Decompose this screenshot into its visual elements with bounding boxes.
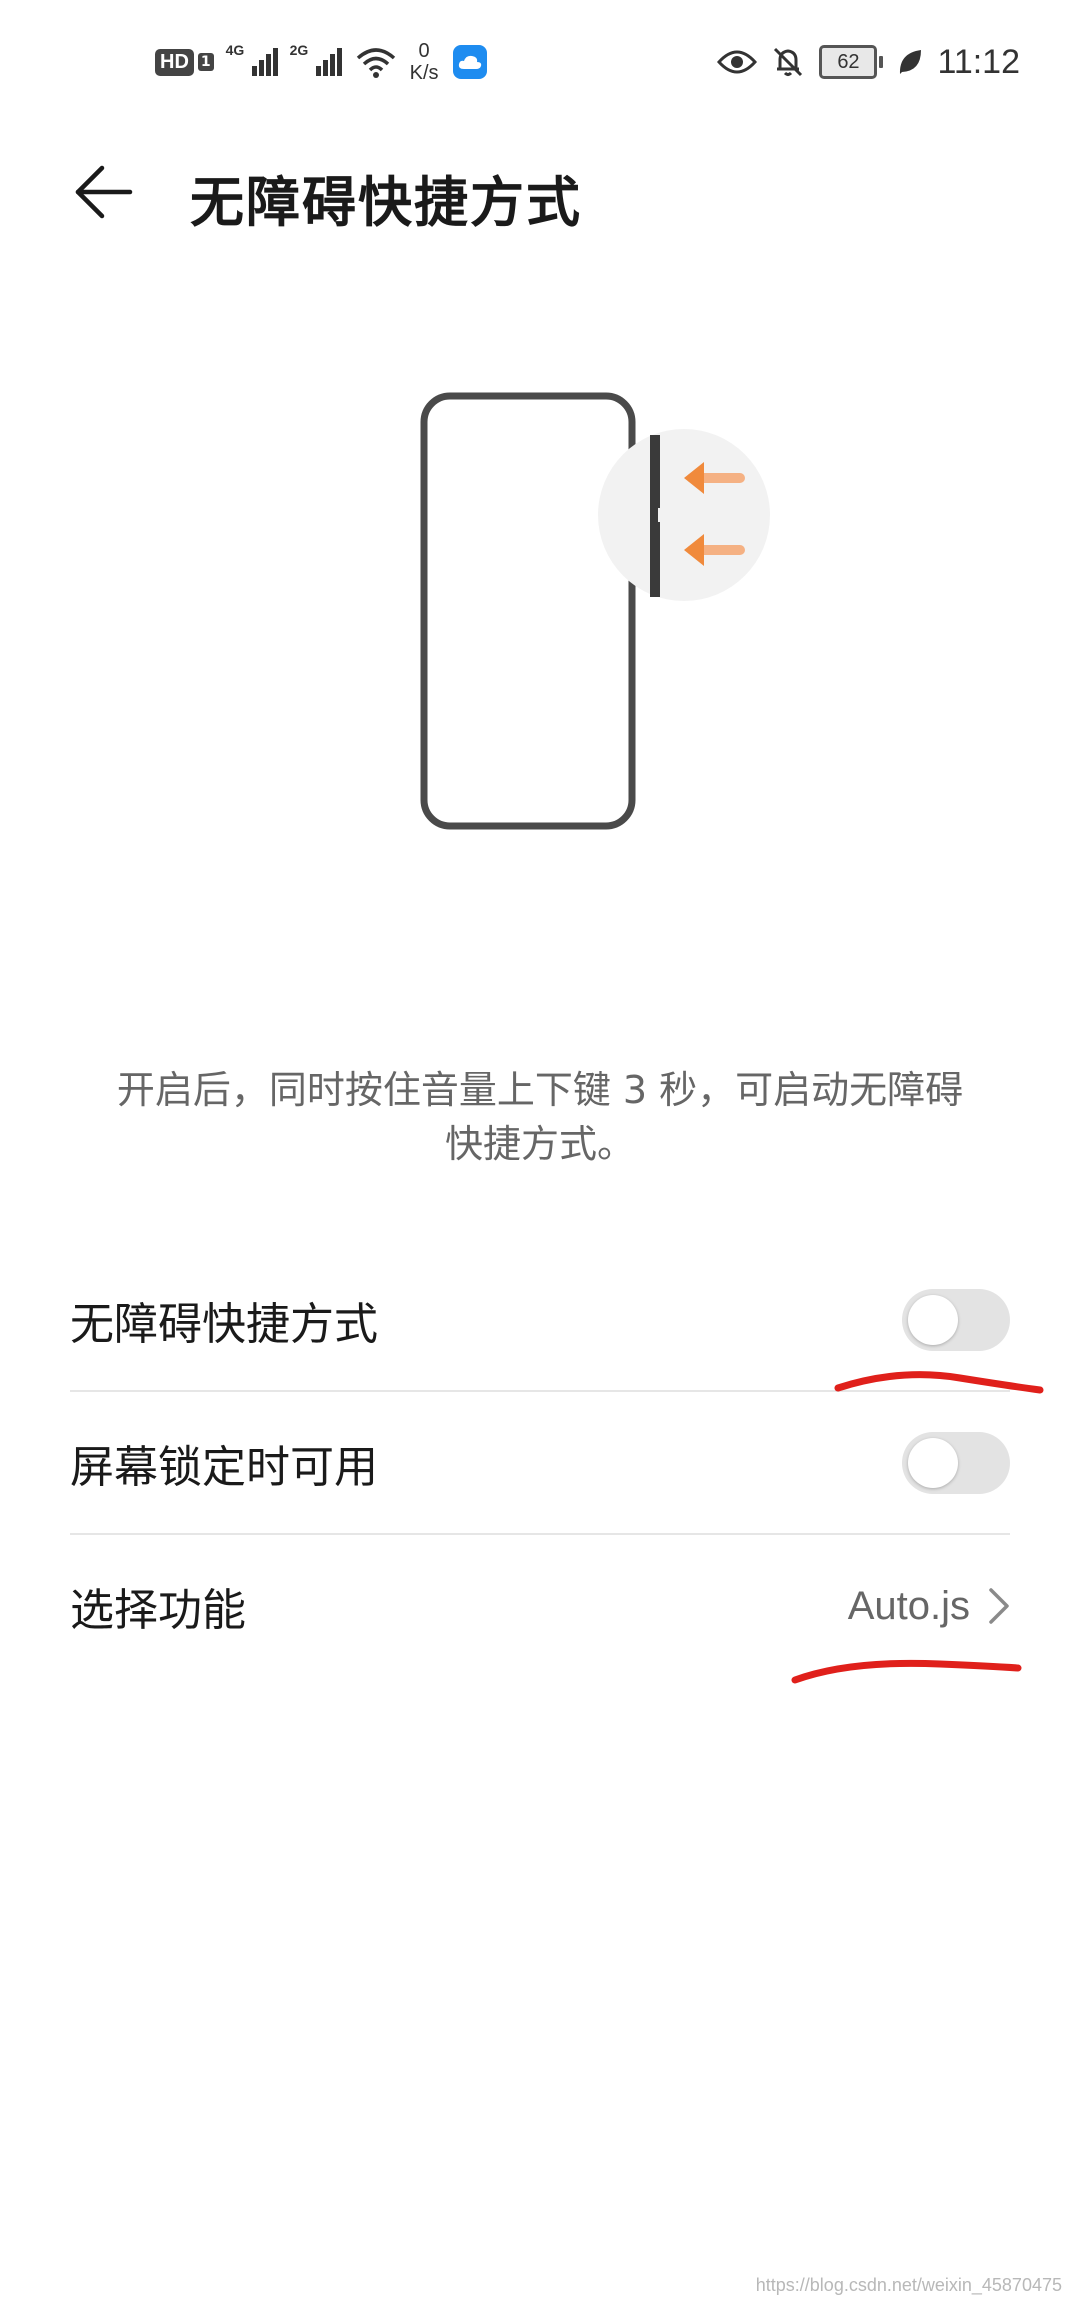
net-speed: 0 K/s [410,40,439,84]
arrow-left-icon [75,165,133,219]
divider [70,1390,1010,1392]
hd-icon: HD 1 [155,48,214,76]
net-speed-value: 0 [418,40,430,62]
description-line-2: 快捷方式。 [444,1122,635,1166]
toggle-knob [908,1438,958,1488]
cloud-icon [452,45,487,79]
lockscreen-toggle-switch[interactable] [902,1432,1010,1494]
choose-function-row[interactable]: 选择功能 Auto.js [70,1536,1010,1676]
eye-icon [717,50,758,74]
choose-function-label: 选择功能 [70,1585,246,1636]
hd-label: HD [155,48,194,76]
net-speed-unit: K/s [409,62,439,84]
wifi-icon [356,48,395,78]
signal-2g-icon: 2G [290,42,342,76]
shortcut-toggle-row[interactable]: 无障碍快捷方式 [70,1250,1010,1390]
toggle-knob [908,1295,958,1345]
bell-muted-icon [774,47,803,77]
status-bar: HD 1 4G 2G 0 K/s 62 11:12 [0,0,1080,120]
hd-sim-number: 1 [197,53,214,71]
zoom-circle [598,429,770,601]
lockscreen-toggle-row[interactable]: 屏幕锁定时可用 [70,1393,1010,1533]
choose-function-value: Auto.js [847,1583,970,1628]
clock: 11:12 [937,42,1020,81]
shortcut-toggle-switch[interactable] [902,1289,1010,1351]
back-button[interactable] [72,160,136,224]
choose-function-value-area[interactable]: Auto.js [848,1584,1010,1629]
description-line-1: 开启后，同时按住音量上下键 3 秒，可启动无障碍 [116,1068,964,1112]
phone-frame [420,392,636,830]
chevron-right-icon [989,1588,1009,1624]
watermark: https://blog.csdn.net/weixin_45870475 [755,2275,1062,2295]
divider [70,1533,1010,1535]
signal-4g-icon: 4G [226,42,278,76]
lockscreen-toggle-label: 屏幕锁定时可用 [70,1442,378,1493]
page-title: 无障碍快捷方式 [190,171,582,234]
volume-key-notch [658,508,664,522]
battery-level: 62 [837,50,860,73]
status-bar-left: HD 1 4G 2G 0 K/s [155,32,487,92]
shortcut-toggle-label: 无障碍快捷方式 [70,1299,378,1350]
leaf-icon [900,50,922,74]
signal-4g-label: 4G [225,42,245,58]
signal-2g-label: 2G [289,42,309,58]
volume-keys-illustration [420,392,770,830]
status-bar-right: 62 11:12 [717,32,1020,92]
battery-icon: 62 [819,45,884,79]
app-bar: 无障碍快捷方式 [0,130,1080,250]
description-text: 开启后，同时按住音量上下键 3 秒，可启动无障碍 快捷方式。 [70,1063,1010,1171]
